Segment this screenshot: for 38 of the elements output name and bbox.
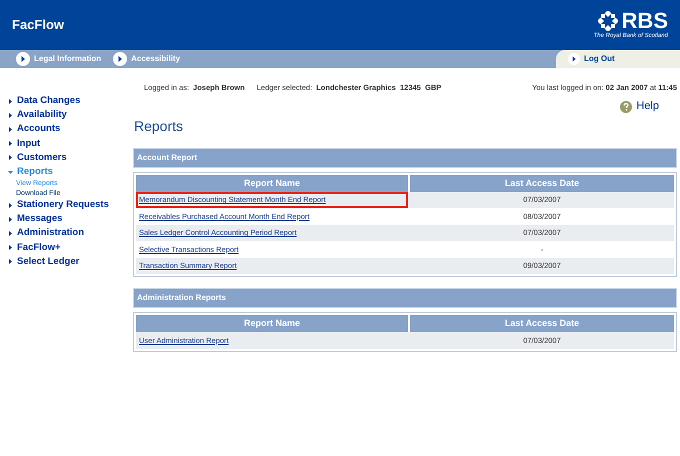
caret-right-icon bbox=[8, 231, 13, 236]
caret-right-icon bbox=[8, 216, 13, 222]
caret-right-icon bbox=[8, 245, 13, 250]
caret-right-icon bbox=[8, 202, 13, 208]
caret-right-icon bbox=[8, 112, 13, 118]
caret-right-icon bbox=[8, 259, 13, 264]
sidebar-item[interactable]: Data Changes bbox=[8, 94, 133, 108]
caret-right-icon bbox=[8, 98, 13, 104]
column-header: Last Access Date bbox=[410, 174, 674, 192]
section-header: Administration Reports bbox=[133, 288, 677, 308]
sidebar-item[interactable]: FacFlow+ bbox=[8, 240, 133, 255]
help-link[interactable]: Help bbox=[620, 98, 659, 115]
sidebar-item[interactable]: Input bbox=[8, 136, 133, 151]
sidebar-item[interactable]: Messages bbox=[8, 212, 133, 226]
sidebar-item[interactable]: Administration bbox=[8, 226, 133, 241]
brand-name: RBS bbox=[622, 10, 668, 32]
sidebar-item[interactable]: Select Ledger bbox=[8, 254, 133, 270]
section-header: Account Report bbox=[133, 148, 677, 168]
column-header: Report Name bbox=[136, 315, 408, 332]
column-header: Last Access Date bbox=[410, 315, 674, 332]
sidebar-item[interactable]: Stationery Requests bbox=[8, 198, 133, 212]
sidebar-item[interactable]: Accounts bbox=[8, 122, 133, 137]
sidebar-item[interactable]: Reports bbox=[8, 164, 133, 180]
sidebar-item[interactable]: Availability bbox=[8, 108, 133, 122]
column-header: Report Name bbox=[136, 174, 408, 192]
caret-right-icon bbox=[8, 126, 13, 132]
caret-right-icon bbox=[8, 155, 13, 160]
arrow-circle-icon bbox=[568, 53, 580, 65]
app-title: FacFlow bbox=[12, 16, 64, 34]
logout-tab[interactable]: Log Out bbox=[556, 50, 680, 68]
sidebar-item[interactable]: Customers bbox=[8, 150, 133, 165]
help-icon bbox=[620, 100, 632, 112]
star-logo-icon bbox=[598, 10, 618, 30]
arrow-circle-icon bbox=[113, 52, 128, 66]
page-title: Reports bbox=[134, 116, 184, 136]
arrow-circle-icon bbox=[16, 52, 30, 66]
caret-down-icon bbox=[8, 170, 13, 175]
caret-right-icon bbox=[8, 141, 13, 146]
